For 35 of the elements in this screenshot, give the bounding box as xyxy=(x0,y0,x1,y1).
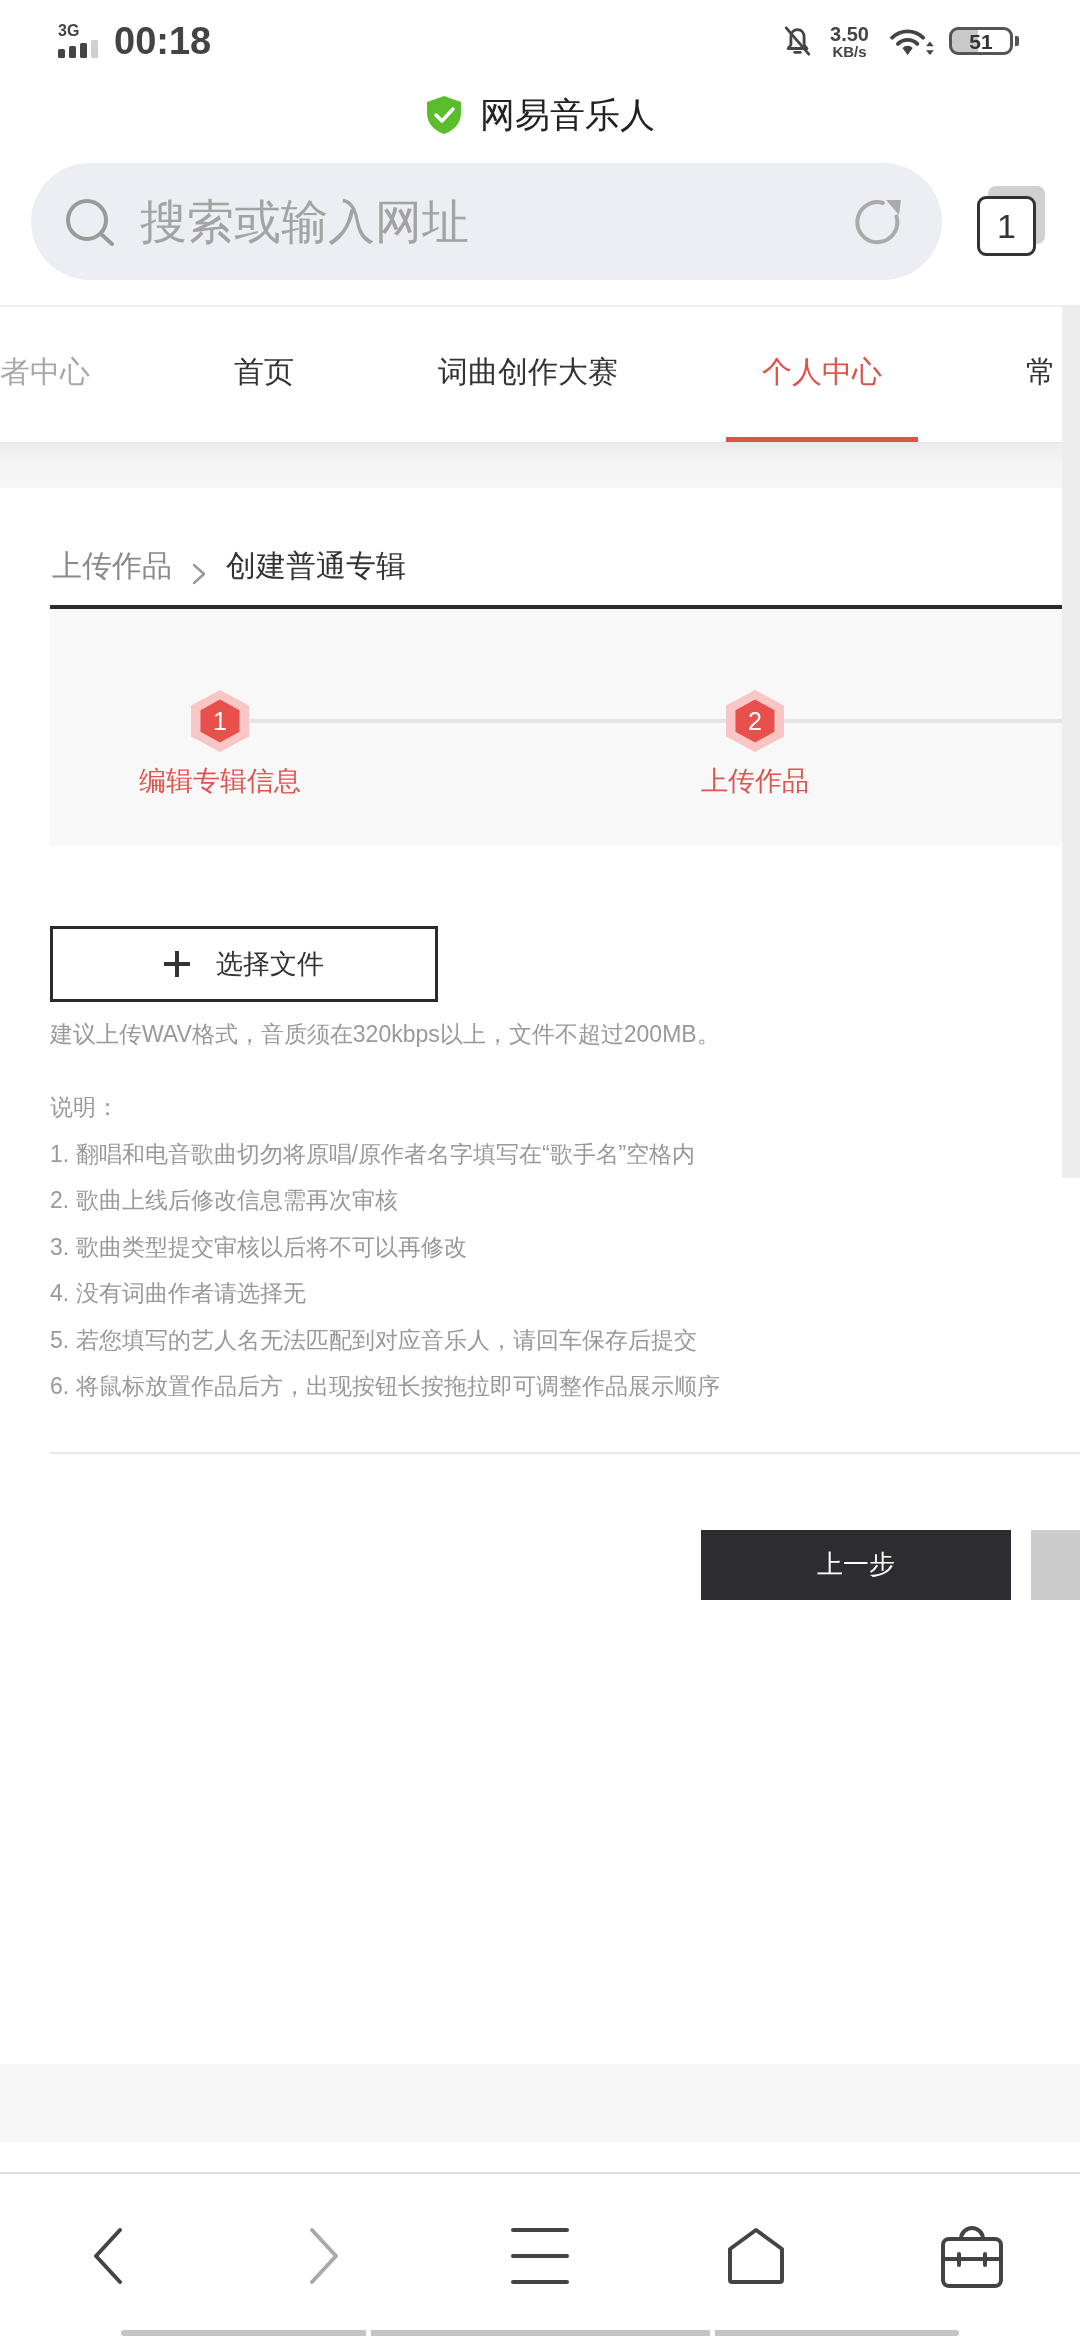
menu-icon[interactable] xyxy=(511,2227,569,2285)
address-input[interactable]: 搜索或输入网址 xyxy=(140,190,850,253)
upload-hint: 建议上传WAV格式，音质须在320kbps以上，文件不超过200MB。 xyxy=(50,1020,720,1049)
home-icon[interactable] xyxy=(727,2227,785,2285)
step-label: 上传作品 xyxy=(701,765,809,798)
status-time: 00:18 xyxy=(114,19,212,63)
plus-icon xyxy=(164,951,190,977)
signal-icon xyxy=(58,39,100,58)
action-button[interactable]: 上一步 xyxy=(701,1529,1011,1600)
choose-file-button[interactable]: 选择文件 xyxy=(50,926,438,1002)
step-number: 1 xyxy=(191,690,249,752)
back-icon[interactable] xyxy=(93,2227,123,2285)
nav-tab[interactable]: 词曲创作大赛 xyxy=(402,307,654,442)
search-icon xyxy=(65,197,115,246)
battery-indicator: 51 xyxy=(949,27,1019,55)
note-item: 1. 翻唱和电音歌曲切勿将原唱/原作者名字填写在“歌手名”空格内 xyxy=(50,1139,696,1169)
note-item: 4. 没有词曲作者请选择无 xyxy=(50,1279,306,1308)
network-speed: 3.50 xyxy=(830,23,869,44)
network-type: 3G xyxy=(58,22,80,39)
address-bar[interactable]: 搜索或输入网址 xyxy=(31,163,942,280)
note-item: 2. 歌曲上线后修改信息需再次审核 xyxy=(50,1186,398,1215)
note-item: 3. 歌曲类型提交审核以后将不可以再修改 xyxy=(50,1232,467,1262)
step-label: 编辑专辑信息 xyxy=(139,765,301,798)
notes-heading: 说明： xyxy=(50,1093,119,1122)
note-item: 6. 将鼠标放置作品后方，出现按钮长按拖拉即可调整作品展示顺序 xyxy=(50,1372,720,1401)
chevron-right-icon xyxy=(192,563,206,585)
site-title: 网易音乐人 xyxy=(480,94,655,136)
nav-tab[interactable]: 首页 xyxy=(198,307,330,442)
scrollbar[interactable] xyxy=(1062,305,1080,1178)
speed-unit: KB/s xyxy=(832,43,867,59)
breadcrumb-item: 创建普通专辑 xyxy=(226,548,406,584)
briefcase-icon[interactable] xyxy=(941,2224,1003,2288)
nav-tab[interactable]: 常 xyxy=(990,307,1080,442)
step-number: 2 xyxy=(726,690,784,752)
note-item: 5. 若您填写的艺人名无法匹配到对应音乐人，请回车保存后提交 xyxy=(50,1325,697,1355)
